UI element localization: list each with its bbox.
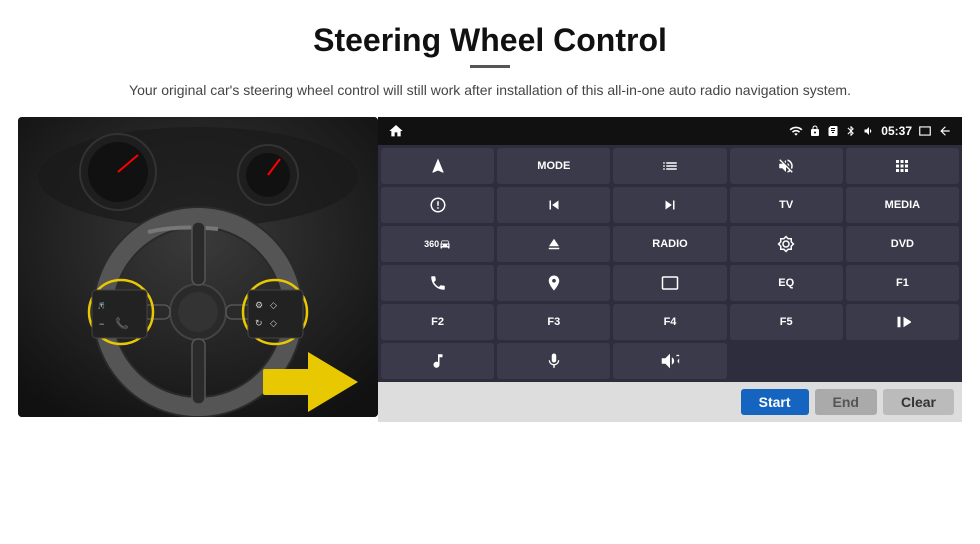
svg-text:🎵: 🎵: [97, 301, 106, 310]
start-button[interactable]: Start: [741, 389, 809, 415]
play-pause-btn[interactable]: [846, 304, 959, 340]
page-title: Steering Wheel Control: [0, 0, 980, 65]
phone-btn[interactable]: [381, 265, 494, 301]
subtitle: Your original car's steering wheel contr…: [0, 80, 980, 101]
compass-btn[interactable]: [497, 265, 610, 301]
radio-btn[interactable]: RADIO: [613, 226, 726, 262]
list-btn[interactable]: [613, 148, 726, 184]
control-panel: 05:37 MODE: [378, 117, 962, 422]
vol-phone-btn[interactable]: [613, 343, 726, 379]
f5-btn[interactable]: F5: [730, 304, 843, 340]
settings-circle-btn[interactable]: [381, 187, 494, 223]
status-bar-right: 05:37: [789, 124, 952, 138]
svg-text:◇: ◇: [270, 318, 277, 328]
status-bar: 05:37: [378, 117, 962, 145]
status-bar-left: [388, 123, 404, 139]
button-grid: MODE TV MEDIA 360: [378, 145, 962, 382]
f1-btn[interactable]: F1: [846, 265, 959, 301]
eject-btn[interactable]: [497, 226, 610, 262]
wifi-icon: [789, 124, 803, 138]
navigate-btn[interactable]: [381, 148, 494, 184]
svg-text:◇: ◇: [270, 300, 277, 310]
media-btn[interactable]: MEDIA: [846, 187, 959, 223]
tv-btn[interactable]: TV: [730, 187, 843, 223]
mute-btn[interactable]: [730, 148, 843, 184]
bluetooth-icon: [845, 125, 857, 137]
mode-btn[interactable]: MODE: [497, 148, 610, 184]
apps-btn[interactable]: [846, 148, 959, 184]
empty-btn-1[interactable]: [730, 343, 843, 379]
action-bar: Start End Clear: [378, 382, 962, 422]
eq-btn[interactable]: EQ: [730, 265, 843, 301]
svg-text:−: −: [99, 319, 104, 329]
360-car-btn[interactable]: 360: [381, 226, 494, 262]
music-btn[interactable]: [381, 343, 494, 379]
volume-icon: [863, 125, 875, 137]
back-icon: [938, 124, 952, 138]
content-area: + 🎵 − 📞 ⚙ ◇ ↻ ◇: [0, 117, 980, 422]
brightness-btn[interactable]: [730, 226, 843, 262]
f4-btn[interactable]: F4: [613, 304, 726, 340]
dvd-btn[interactable]: DVD: [846, 226, 959, 262]
time-display: 05:37: [881, 124, 912, 138]
svg-text:📞: 📞: [115, 316, 129, 330]
svg-text:⚙: ⚙: [255, 300, 263, 310]
svg-text:↻: ↻: [255, 318, 263, 328]
prev-btn[interactable]: [497, 187, 610, 223]
f2-btn[interactable]: F2: [381, 304, 494, 340]
end-button[interactable]: End: [815, 389, 877, 415]
sim-icon: [827, 125, 839, 137]
window-icon: [918, 124, 932, 138]
home-icon: [388, 123, 404, 139]
next-btn[interactable]: [613, 187, 726, 223]
f3-btn[interactable]: F3: [497, 304, 610, 340]
window-rect-btn[interactable]: [613, 265, 726, 301]
clear-button[interactable]: Clear: [883, 389, 954, 415]
empty-btn-2[interactable]: [846, 343, 959, 379]
title-divider: [470, 65, 510, 68]
lock-icon: [809, 125, 821, 137]
steering-wheel-image: + 🎵 − 📞 ⚙ ◇ ↻ ◇: [18, 117, 378, 417]
mic-btn[interactable]: [497, 343, 610, 379]
